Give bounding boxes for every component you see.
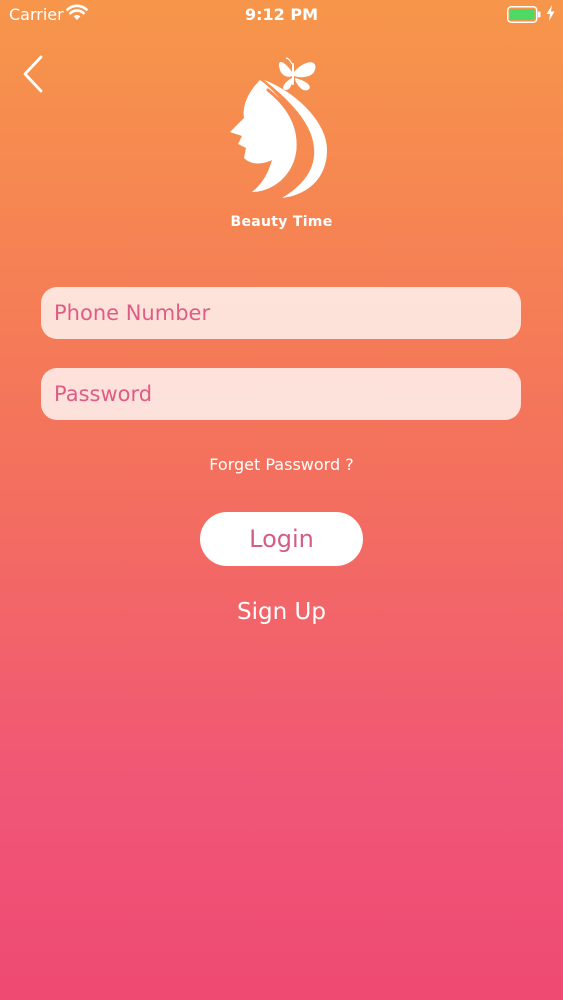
phone-number-field[interactable]	[41, 287, 521, 339]
woman-profile-butterfly-logo	[230, 57, 327, 198]
login-button[interactable]: Login	[200, 512, 363, 566]
battery-icon	[507, 6, 541, 23]
sign-up-link[interactable]: Sign Up	[0, 599, 563, 625]
status-time: 9:12 PM	[244, 5, 318, 24]
chevron-left-icon	[23, 55, 43, 93]
back-button[interactable]	[18, 52, 50, 96]
forgot-password-link[interactable]: Forget Password ?	[0, 455, 563, 474]
status-bar: Carrier 9:12 PM	[0, 0, 563, 30]
charging-bolt-icon	[546, 5, 555, 21]
brand-name: Beauty Time	[230, 214, 333, 230]
password-field[interactable]	[41, 368, 521, 420]
login-screen: Carrier 9:12 PM Beauty Time Phone Number…	[0, 0, 563, 1000]
